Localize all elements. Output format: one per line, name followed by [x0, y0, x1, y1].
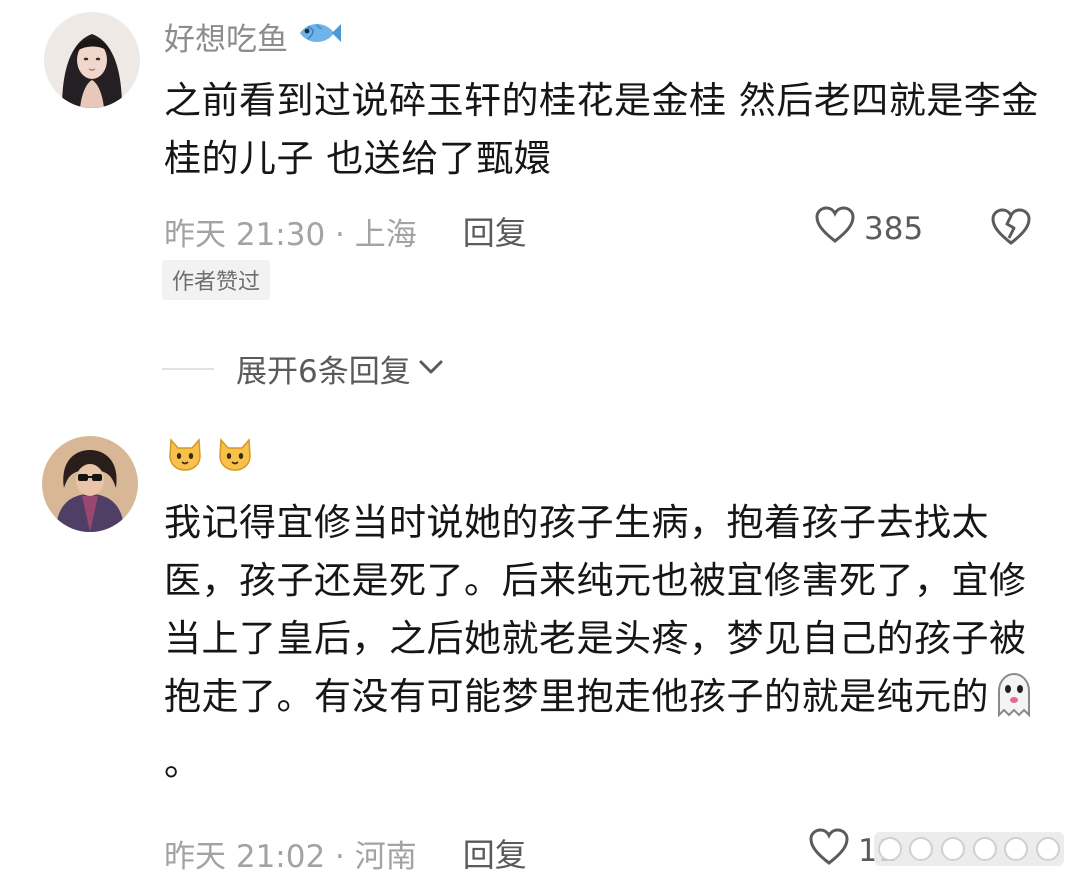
fish-emoji [296, 18, 342, 56]
watermark-dot [877, 837, 902, 861]
heart-icon [808, 828, 850, 874]
comment-meta: 昨天 21:02 · 河南 回复 [164, 830, 527, 876]
watermark-dot [1036, 837, 1061, 861]
avatar[interactable] [42, 436, 138, 532]
chevron-down-icon [417, 357, 445, 381]
timestamp-location: 昨天 21:02 · 河南 [164, 838, 417, 875]
cat-face-emoji [216, 436, 254, 476]
divider-line [162, 367, 214, 370]
reply-button[interactable]: 回复 [463, 830, 527, 876]
expand-replies-button[interactable]: 展开6条回复 [162, 346, 445, 391]
avatar[interactable] [44, 12, 140, 108]
cat-face-emoji [166, 436, 204, 476]
watermark-dot [909, 837, 934, 861]
comment-text: 之前看到过说碎玉轩的桂花是金桂 然后老四就是李金桂的儿子 也送给了甄嬛 [164, 79, 1039, 180]
reply-button[interactable]: 回复 [463, 208, 527, 254]
watermark-dot [972, 837, 997, 861]
comment-meta: 昨天 21:30 · 上海 回复 [164, 208, 527, 254]
watermark-dot [1004, 837, 1029, 861]
timestamp-location: 昨天 21:30 · 上海 [164, 216, 417, 253]
username-row[interactable] [166, 436, 254, 476]
username[interactable]: 好想吃鱼 [164, 14, 288, 59]
watermark-overlay [874, 832, 1064, 866]
dislike-button[interactable] [990, 208, 1032, 250]
comment-text-body: 我记得宜修当时说她的孩子生病，抱着孩子去找太医，孩子还是死了。后来纯元也被宜修害… [164, 501, 1027, 718]
ghost-emoji [991, 671, 1037, 734]
heart-icon [814, 206, 856, 252]
comment-text: 我记得宜修当时说她的孩子生病，抱着孩子去找太医，孩子还是死了。后来纯元也被宜修害… [164, 494, 1044, 792]
expand-replies-label: 展开6条回复 [236, 354, 411, 390]
like-count: 385 [864, 211, 924, 247]
username-row[interactable]: 好想吃鱼 [164, 14, 342, 59]
comment-text-end: 。 [164, 741, 202, 784]
broken-heart-icon [990, 208, 1032, 250]
like-button[interactable]: 385 [814, 206, 923, 252]
watermark-dot [941, 837, 966, 861]
author-liked-badge: 作者赞过 [162, 260, 271, 300]
